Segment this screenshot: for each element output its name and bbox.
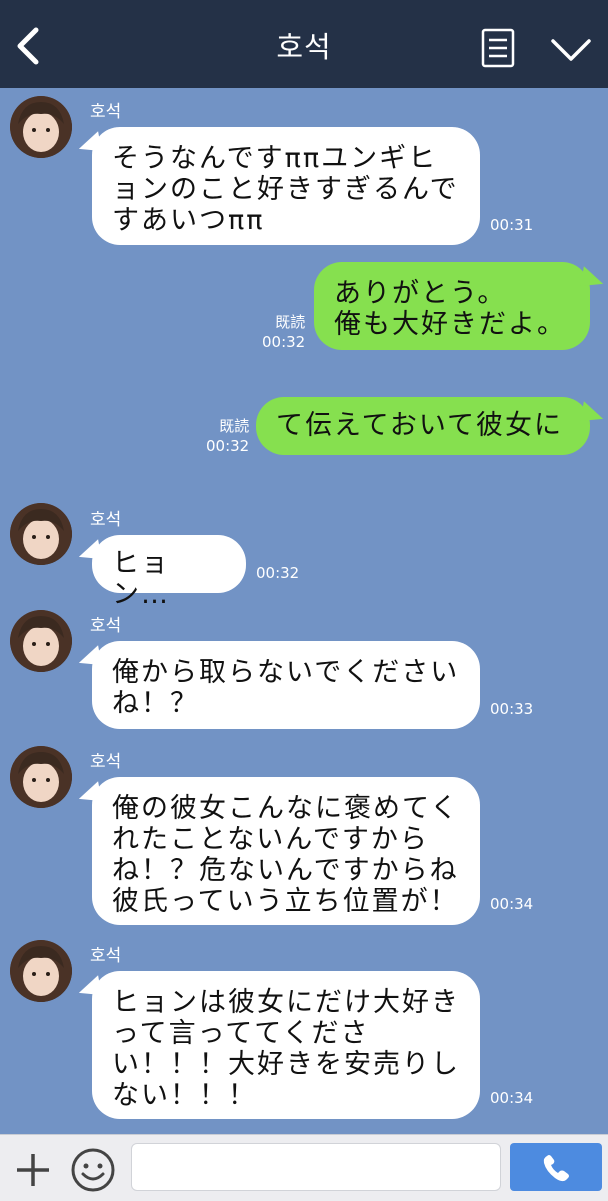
message-bubble[interactable]: ヒョン…	[92, 535, 246, 610]
sender-name: 호석	[90, 946, 122, 966]
phone-icon	[543, 1155, 569, 1182]
plus-icon[interactable]	[14, 1151, 52, 1189]
read-label: 既読	[275, 313, 306, 331]
message-bubble[interactable]: そうなんですππユンギヒ ョンのこと好きすぎるんで すあいつππ	[92, 127, 480, 245]
message-time: 00:33	[490, 700, 534, 718]
note-icon[interactable]	[480, 28, 516, 68]
message-bubble[interactable]: 俺から取らないでくださいね！？	[92, 641, 480, 729]
message-bubble[interactable]: 俺の彼女こんなに褒めてくれたことないんですからね！？危ないんですからね彼氏ってい…	[92, 777, 480, 925]
message-bubble[interactable]: て伝えておいて彼女に	[256, 397, 590, 455]
chat-header: 호석	[0, 0, 608, 88]
avatar[interactable]	[10, 503, 72, 565]
read-receipt: 既読 00:32	[206, 416, 249, 456]
sender-name: 호석	[90, 752, 122, 772]
chevron-down-icon[interactable]	[550, 36, 592, 64]
message-input[interactable]	[131, 1143, 501, 1191]
message-time: 00:34	[490, 895, 534, 913]
message-time: 00:32	[206, 437, 250, 455]
message-time: 00:32	[256, 564, 300, 582]
smiley-icon[interactable]	[70, 1147, 116, 1193]
message-bubble[interactable]: ありがとう。 俺も大好きだよ。	[314, 262, 590, 350]
sender-name: 호석	[90, 616, 122, 636]
chat-title: 호석	[276, 30, 332, 64]
read-receipt: 既読 00:32	[262, 312, 305, 352]
call-button[interactable]	[510, 1143, 602, 1191]
sender-name: 호석	[90, 510, 122, 530]
avatar[interactable]	[10, 610, 72, 672]
chat-input-bar	[0, 1134, 608, 1201]
message-time: 00:32	[262, 333, 306, 351]
read-label: 既読	[219, 417, 250, 435]
message-time: 00:34	[490, 1089, 534, 1107]
message-bubble[interactable]: ヒョンは彼女にだけ大好きって言っててください！！！大好きを安売りしない！！！	[92, 971, 480, 1119]
message-time: 00:31	[490, 216, 534, 234]
avatar[interactable]	[10, 746, 72, 808]
sender-name: 호석	[90, 102, 122, 122]
avatar[interactable]	[10, 940, 72, 1002]
avatar[interactable]	[10, 96, 72, 158]
